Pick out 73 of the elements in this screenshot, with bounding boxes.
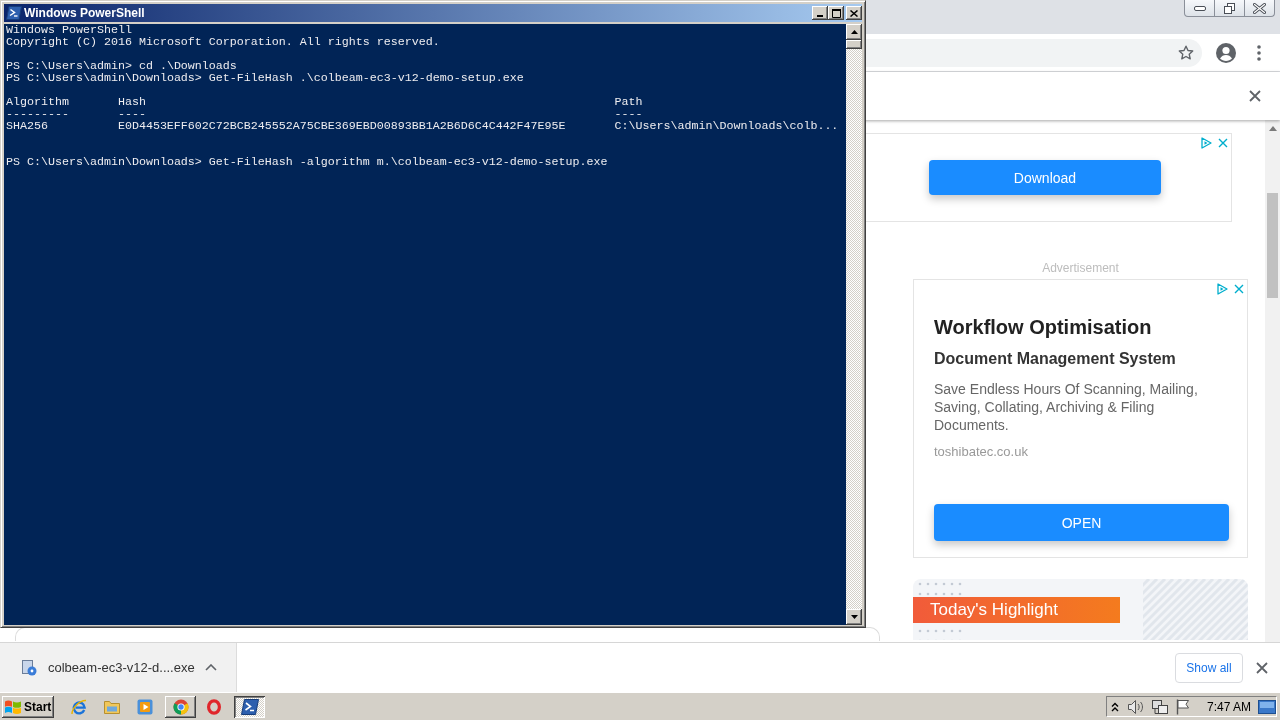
minimize-icon (1193, 5, 1206, 11)
close-button[interactable] (1244, 0, 1275, 17)
table-cell: E0D4453EFF602C72BCB245552A75CBE369EBD00893BB1A2B6D6C4C442F47E95E (117, 120, 566, 132)
logo-icon (4, 698, 22, 715)
account-icon[interactable] (1216, 42, 1236, 63)
clock[interactable]: 7:47 AM (1207, 699, 1252, 714)
file-icon (21, 659, 37, 676)
monitor-icon[interactable] (1258, 699, 1277, 714)
chevron-up-icon[interactable] (1111, 701, 1119, 712)
close-icon[interactable] (1218, 138, 1228, 148)
console-line: Copyright (C) 2016 Microsoft Corporation. All rights reserved. (6, 36, 440, 48)
header-rule: --------- (6, 108, 69, 120)
taskbar-button[interactable] (234, 695, 265, 718)
ad-title: Workflow Optimisation (934, 315, 1152, 339)
up-arrow-icon[interactable] (1268, 126, 1277, 131)
console-line: PS C:\Users\admin\Downloads> Get-FileHash .\colbeam-ec3-v12-demo-setup.exe (6, 72, 524, 84)
dot-pattern-drawing (918, 582, 962, 596)
terminal-icon (240, 698, 259, 715)
play-icon[interactable] (137, 698, 153, 715)
ad-subtitle: Document Management System (934, 349, 1176, 369)
down-arrow-icon (850, 615, 858, 619)
close-icon (850, 9, 858, 17)
taskbar-button[interactable] (165, 695, 196, 718)
close-icon[interactable] (1234, 284, 1244, 294)
scroll-thumb[interactable] (1267, 193, 1278, 298)
maximize-icon (831, 8, 841, 18)
ad-info-icon[interactable] (1217, 283, 1228, 295)
ad-info-icon[interactable] (1201, 137, 1212, 149)
scroll-down-button[interactable] (846, 609, 862, 625)
close-icon[interactable] (1256, 661, 1268, 674)
flag-icon[interactable] (1176, 698, 1190, 715)
highlight-banner: Today's Highlight (913, 597, 1120, 623)
network-icon[interactable] (1152, 698, 1168, 715)
close-icon[interactable] (1249, 90, 1261, 102)
minimize-button[interactable] (1184, 0, 1215, 17)
ad-description: Save Endless Hours Of Scanning, Mailing, Saving, Collating, Archiving & Filing Documents. (934, 380, 1199, 434)
table-cell: C:\Users\admin\Downloads\colb... (614, 120, 839, 132)
download-item[interactable]: colbeam-ec3-v12-d....exe (0, 643, 237, 692)
start-button[interactable]: Start (2, 695, 54, 718)
speaker-icon[interactable] (1128, 699, 1144, 714)
column-header: Hash (117, 96, 146, 108)
scrollbar[interactable] (1265, 120, 1280, 642)
internet-icon[interactable] (71, 698, 87, 715)
header-rule: ---- (614, 108, 643, 120)
terminal-icon (6, 6, 22, 20)
scroll-up-button[interactable] (846, 24, 862, 40)
ring-icon[interactable] (206, 698, 222, 715)
file-name: colbeam-ec3-v12-d....exe (48, 660, 195, 675)
caret-icon[interactable] (205, 664, 217, 671)
console-line: Windows PowerShell (6, 24, 132, 36)
browser-icon (172, 698, 189, 715)
scroll-thumb[interactable] (846, 40, 862, 49)
ad-label: Advertisement (1042, 261, 1119, 275)
star-icon[interactable] (1178, 44, 1194, 61)
table-cell: SHA256 (6, 120, 48, 132)
window-title: Windows PowerShell (24, 6, 145, 20)
close-icon (1253, 2, 1266, 14)
restore-button[interactable] (1214, 0, 1245, 17)
column-header: Path (614, 96, 643, 108)
console-line: PS C:\Users\admin\Downloads> Get-FileHash -algorithm m.\colbeam-ec3-v12-demo-setup.exe (6, 156, 608, 168)
close-button[interactable] (846, 6, 862, 20)
menu-icon[interactable] (1257, 44, 1261, 61)
restore-icon (1224, 2, 1235, 14)
up-arrow-icon (850, 30, 858, 34)
minimize-icon (817, 15, 823, 17)
column-header: Algorithm (6, 96, 69, 108)
console-line: PS C:\Users\admin> cd .\Downloads (6, 60, 237, 72)
header-rule: ---- (117, 108, 146, 120)
maximize-button[interactable] (828, 6, 844, 20)
minimize-button[interactable] (812, 6, 828, 20)
show-all-button[interactable]: Show all (1175, 652, 1243, 683)
scrollbar[interactable] (846, 24, 862, 625)
ad-domain: toshibatec.co.uk (934, 444, 1028, 460)
